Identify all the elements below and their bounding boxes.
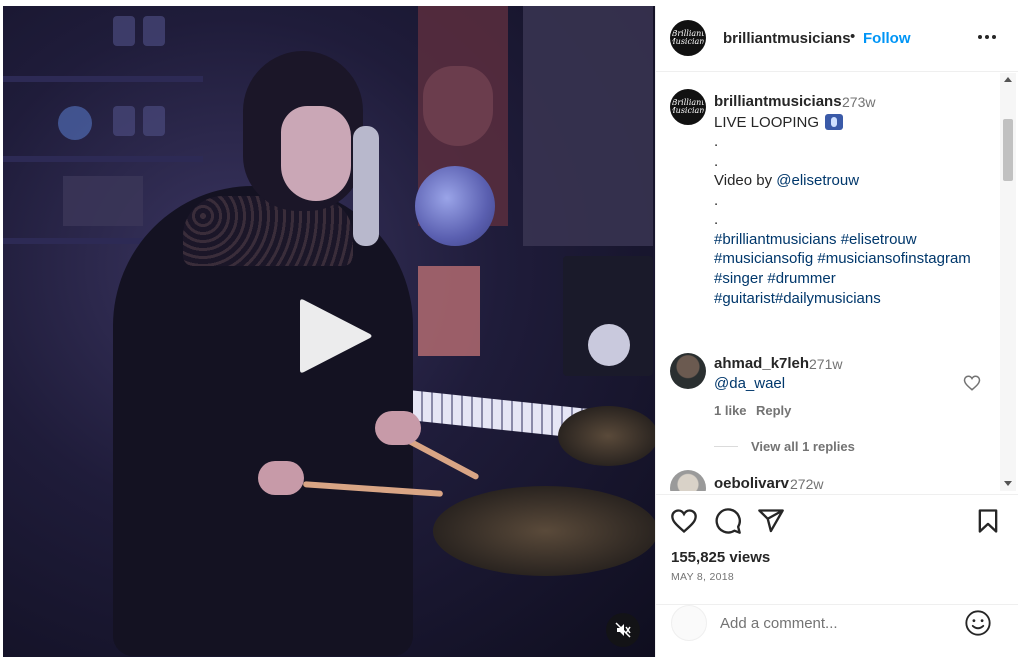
- caption-avatar[interactable]: Brilliant Musicians: [670, 89, 706, 125]
- shelf: [3, 76, 203, 82]
- caption-dot: .: [714, 211, 719, 228]
- clock: [58, 106, 92, 140]
- reply-button[interactable]: Reply: [756, 403, 791, 418]
- video-player[interactable]: [3, 6, 655, 657]
- jar: [143, 16, 165, 46]
- comment-timestamp: 271w: [809, 356, 843, 372]
- share-icon[interactable]: [757, 507, 785, 535]
- heart-icon[interactable]: [963, 374, 981, 392]
- author-avatar[interactable]: Brilliant Musicians: [670, 20, 706, 56]
- scroll-up-arrow-icon[interactable]: [1004, 77, 1012, 82]
- commenter-avatar[interactable]: [670, 470, 706, 491]
- picture-frame: [63, 176, 143, 226]
- comment-like-count[interactable]: 1 like: [714, 403, 747, 418]
- play-button[interactable]: [298, 296, 378, 376]
- jar: [143, 106, 165, 136]
- wall-globe: [415, 166, 495, 246]
- post-header: Brilliant Musicians brilliantmusicians •…: [656, 6, 1018, 72]
- hashtags-line[interactable]: #musiciansofig #musiciansofinstagram: [714, 249, 971, 269]
- comment-input[interactable]: [720, 609, 950, 637]
- avatar-logo-text: Brilliant Musicians: [671, 29, 705, 46]
- separator-dot: •: [850, 28, 856, 45]
- jar: [113, 16, 135, 46]
- commenter-username[interactable]: oebolivarv: [714, 475, 789, 491]
- drumstick: [406, 437, 480, 481]
- comments-scrollbar[interactable]: [1000, 73, 1016, 491]
- cymbal: [558, 406, 655, 466]
- comment-icon[interactable]: [714, 507, 742, 535]
- microphone: [353, 126, 379, 246]
- post-date: MAY 8, 2018: [671, 571, 735, 583]
- comment-text[interactable]: @da_wael: [714, 375, 785, 392]
- replies-divider: [714, 446, 738, 447]
- author-username[interactable]: brilliantmusicians: [723, 30, 851, 47]
- avatar-logo-text: Brilliant Musicians: [671, 98, 705, 115]
- caption-title: LIVE LOOPING: [714, 114, 820, 131]
- mute-icon: [615, 622, 631, 638]
- jar: [113, 106, 135, 136]
- caption-dot: .: [714, 153, 719, 170]
- comment-timestamp: 272w: [790, 476, 824, 491]
- wall-mask: [423, 66, 493, 146]
- cymbal: [433, 486, 655, 576]
- view-replies-label: View all 1 replies: [751, 439, 855, 454]
- post-sidebar: Brilliant Musicians brilliantmusicians •…: [655, 6, 1018, 657]
- speaker-cone: [588, 324, 630, 366]
- video-credit-prefix: Video by: [714, 172, 777, 189]
- microphone-emoji-icon: [825, 114, 844, 130]
- comment-composer: [656, 604, 1018, 657]
- hand: [375, 411, 421, 445]
- follow-button[interactable]: Follow: [863, 30, 911, 47]
- caption-dot: .: [714, 133, 719, 150]
- bookmark-icon[interactable]: [974, 507, 1002, 535]
- shelf: [3, 156, 203, 162]
- caption-timestamp: 273w: [842, 94, 876, 110]
- hashtags-line[interactable]: #guitarist#dailymusicians: [714, 289, 881, 309]
- hashtags-line[interactable]: #singer #drummer: [714, 269, 836, 289]
- more-options-button[interactable]: [974, 24, 1000, 50]
- view-count: 155,825 views: [671, 549, 771, 566]
- more-icon: [978, 35, 996, 39]
- video-credit-handle[interactable]: @elisetrouw: [776, 172, 859, 189]
- mute-button[interactable]: [606, 613, 640, 647]
- view-replies-button[interactable]: View all 1 replies: [714, 439, 855, 454]
- emoji-icon[interactable]: [964, 609, 992, 637]
- performer-face: [281, 106, 351, 201]
- commenter-username[interactable]: ahmad_k7leh: [714, 355, 809, 372]
- scroll-down-arrow-icon[interactable]: [1004, 481, 1012, 486]
- hand: [258, 461, 304, 495]
- caption-username[interactable]: brilliantmusicians: [714, 93, 842, 110]
- video-credit: Video by @elisetrouw: [714, 171, 859, 191]
- post-dialog: Brilliant Musicians brilliantmusicians •…: [0, 0, 1024, 663]
- sticker-art: [418, 266, 480, 356]
- caption-title-line: LIVE LOOPING: [714, 113, 844, 133]
- hashtags-line[interactable]: #brilliantmusicians #elisetrouw: [714, 230, 917, 250]
- action-bar: 155,825 views MAY 8, 2018: [656, 494, 1018, 604]
- current-user-avatar: [671, 605, 707, 641]
- commenter-avatar[interactable]: [670, 353, 706, 389]
- play-icon: [300, 299, 372, 373]
- wall-posters: [523, 6, 653, 246]
- scroll-thumb[interactable]: [1003, 119, 1013, 181]
- comments-list[interactable]: Brilliant Musicians brilliantmusicians 2…: [656, 73, 1008, 491]
- caption-dot: .: [714, 192, 719, 209]
- heart-icon[interactable]: [670, 507, 698, 535]
